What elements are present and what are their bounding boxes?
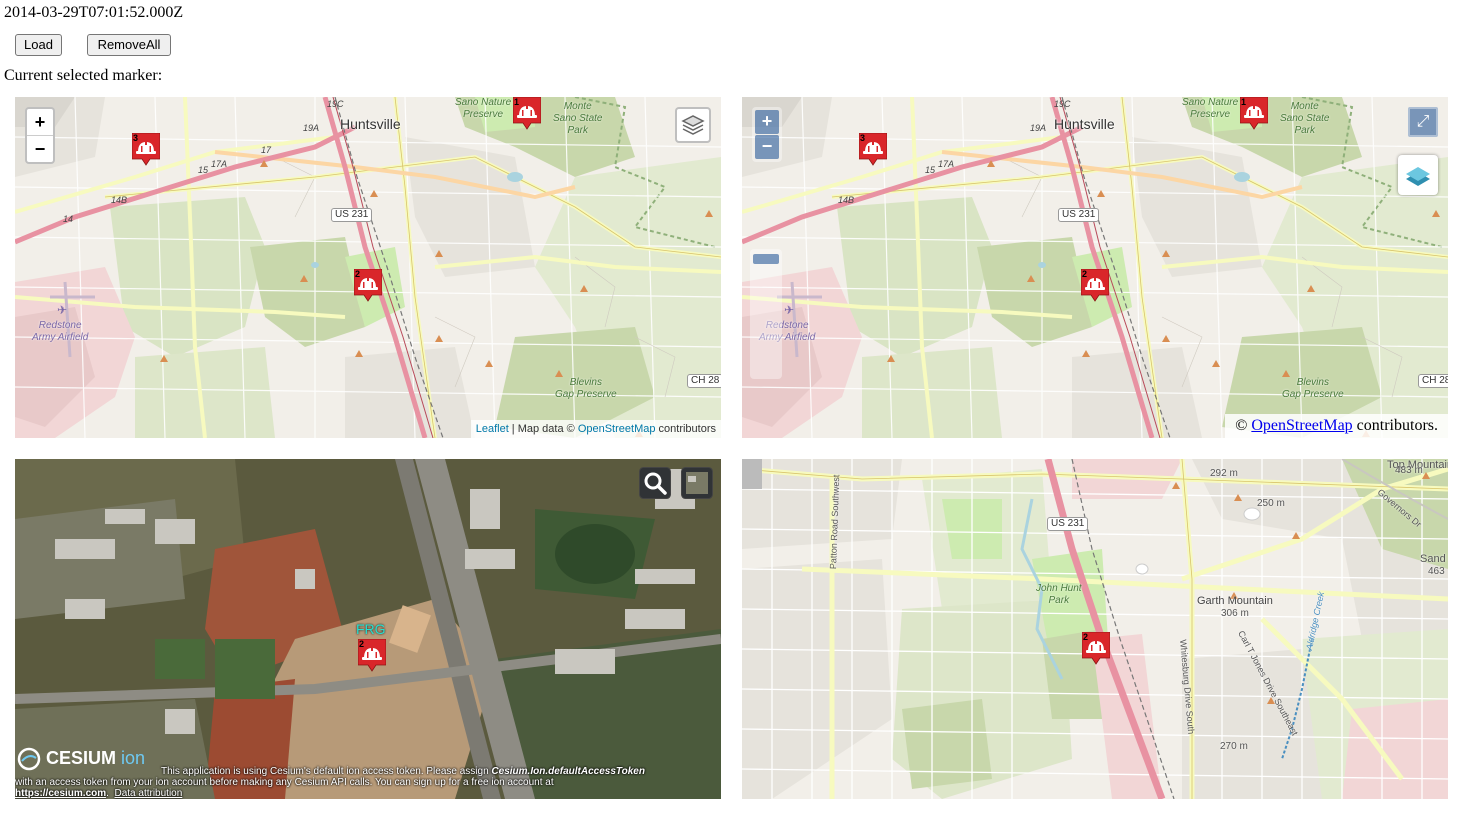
route-number: 17 [261, 145, 272, 155]
zoom-out-button[interactable]: − [755, 135, 779, 159]
map-attribution: Leaflet | Map data © OpenStreetMap contr… [470, 420, 721, 438]
park-label: Sano Nature Preserve [455, 97, 512, 120]
attribution-text: © [1235, 417, 1252, 434]
fire-marker[interactable]: 2 [1081, 269, 1109, 303]
cesium-credits: This application is using Cesium's defau… [15, 766, 645, 799]
base-layer-picker-button[interactable] [681, 467, 713, 499]
marker-number: 1 [1241, 97, 1247, 107]
route-number: 14B [111, 195, 128, 205]
route-number: 14B [838, 195, 855, 205]
elevation-label: 270 m [1220, 741, 1248, 752]
elevation-label: 463 [1428, 566, 1445, 577]
fire-marker[interactable]: 1 [513, 97, 541, 131]
fire-marker[interactable]: 2 [358, 639, 386, 673]
route-shield: US 231 [331, 208, 373, 222]
layers-button[interactable] [675, 107, 711, 143]
city-label: Huntsville [1054, 116, 1115, 132]
map-tiles[interactable] [742, 459, 1448, 799]
route-number: 15 [925, 165, 936, 175]
route-number: 19A [303, 123, 320, 133]
airfield-label: Redstone Army Airfield [32, 320, 89, 343]
credit-text: This application is using Cesium's defau… [161, 766, 492, 777]
layers-icon [1406, 167, 1430, 186]
marker-number: 3 [860, 133, 866, 143]
park-label: Monte Sano State Park [553, 101, 603, 136]
zoom-in-button[interactable]: + [27, 109, 53, 136]
marker-number: 2 [1082, 269, 1088, 279]
zoomed-map[interactable]: US 231 292 m Top Mountain 483 m 250 m Ga… [742, 459, 1448, 799]
fire-marker[interactable]: 3 [132, 133, 160, 167]
imagery-icon [686, 472, 708, 494]
leaflet-map[interactable]: Huntsville Sano Nature Preserve Monte Sa… [15, 97, 721, 438]
route-number: 19C [1054, 99, 1071, 109]
credit-text: with an access token from your ion accou… [15, 777, 554, 788]
osm-link[interactable]: OpenStreetMap [1251, 417, 1352, 434]
attribution-text: contributors [655, 423, 716, 435]
city-label: Huntsville [340, 116, 401, 132]
marker-number: 3 [133, 133, 139, 143]
attribution-text: | Map data © [508, 423, 578, 435]
peak-name-label: Garth Mountain [1197, 595, 1273, 607]
elevation-label: 250 m [1257, 498, 1285, 509]
fire-marker[interactable]: 2 [354, 269, 382, 303]
park-label: Blevins Gap Preserve [1282, 377, 1344, 400]
route-shield: CH 28 [1418, 374, 1448, 388]
attribution-text: contributors. [1352, 417, 1438, 434]
cesium-ion-text: ion [121, 747, 146, 768]
credit-token: Cesium.Ion.defaultAccessToken [491, 766, 645, 777]
fire-marker[interactable]: 2 [1082, 632, 1110, 666]
route-number: 14 [63, 214, 74, 224]
fire-marker[interactable]: 1 [1240, 97, 1268, 131]
cesium-logo-text: CESIUM [46, 747, 117, 768]
fire-marker[interactable]: 3 [859, 133, 887, 167]
route-shield: US 231 [1058, 208, 1100, 222]
route-number: 17A [938, 159, 955, 169]
search-icon [644, 472, 667, 495]
zoom-control: + − [752, 107, 782, 162]
park-label: Monte Sano State Park [1280, 101, 1330, 136]
fullscreen-button[interactable]: ⤢ [1408, 107, 1438, 137]
route-shield: US 231 [1047, 517, 1089, 531]
zoom-control: + − [25, 107, 55, 164]
data-attribution-link[interactable]: Data attribution [114, 788, 182, 799]
elevation-label: 483 m [1395, 465, 1423, 476]
current-time-label: 2014-03-29T07:01:52.000Z [4, 4, 184, 21]
leaflet-link[interactable]: Leaflet [476, 423, 509, 435]
remove-all-button[interactable]: RemoveAll [87, 34, 171, 56]
osm-link[interactable]: OpenStreetMap [578, 423, 656, 435]
openlayers-map[interactable]: Huntsville Sano Nature Preserve Monte Sa… [742, 97, 1448, 438]
route-number: 17A [211, 159, 228, 169]
zoom-slider[interactable] [750, 249, 782, 379]
elevation-label: 292 m [1210, 468, 1238, 479]
zoom-in-button[interactable]: + [755, 110, 779, 134]
route-shield: CH 28 [687, 374, 721, 388]
marker-number: 1 [514, 97, 520, 107]
elevation-label: 306 m [1221, 608, 1249, 619]
park-label: Sano Nature Preserve [1182, 97, 1239, 120]
cesium-globe[interactable]: FRG 2 CESIUM ion This application is usi… [15, 459, 721, 799]
load-button[interactable]: Load [15, 34, 62, 56]
layer-switcher-button[interactable] [1398, 155, 1438, 195]
map-attribution: © OpenStreetMap contributors. [1225, 414, 1448, 438]
park-label: John Hunt Park [1036, 583, 1082, 606]
selected-marker-label: Current selected marker: [4, 67, 163, 84]
marker-number: 2 [359, 639, 365, 649]
geocoder-button[interactable] [639, 467, 671, 499]
route-number: 15 [198, 165, 209, 175]
marker-number: 2 [1083, 632, 1089, 642]
zoom-out-button[interactable]: − [27, 136, 53, 162]
park-label: Blevins Gap Preserve [555, 377, 617, 400]
marker-label: FRG [356, 621, 386, 637]
zoom-slider-thumb[interactable] [753, 254, 779, 264]
route-number: 19A [1030, 123, 1047, 133]
layers-icon [681, 115, 705, 135]
marker-number: 2 [355, 269, 361, 279]
cesium-link[interactable]: https://cesium.com [15, 788, 106, 799]
route-number: 19C [327, 99, 344, 109]
peak-name-label: Sand [1420, 553, 1446, 565]
